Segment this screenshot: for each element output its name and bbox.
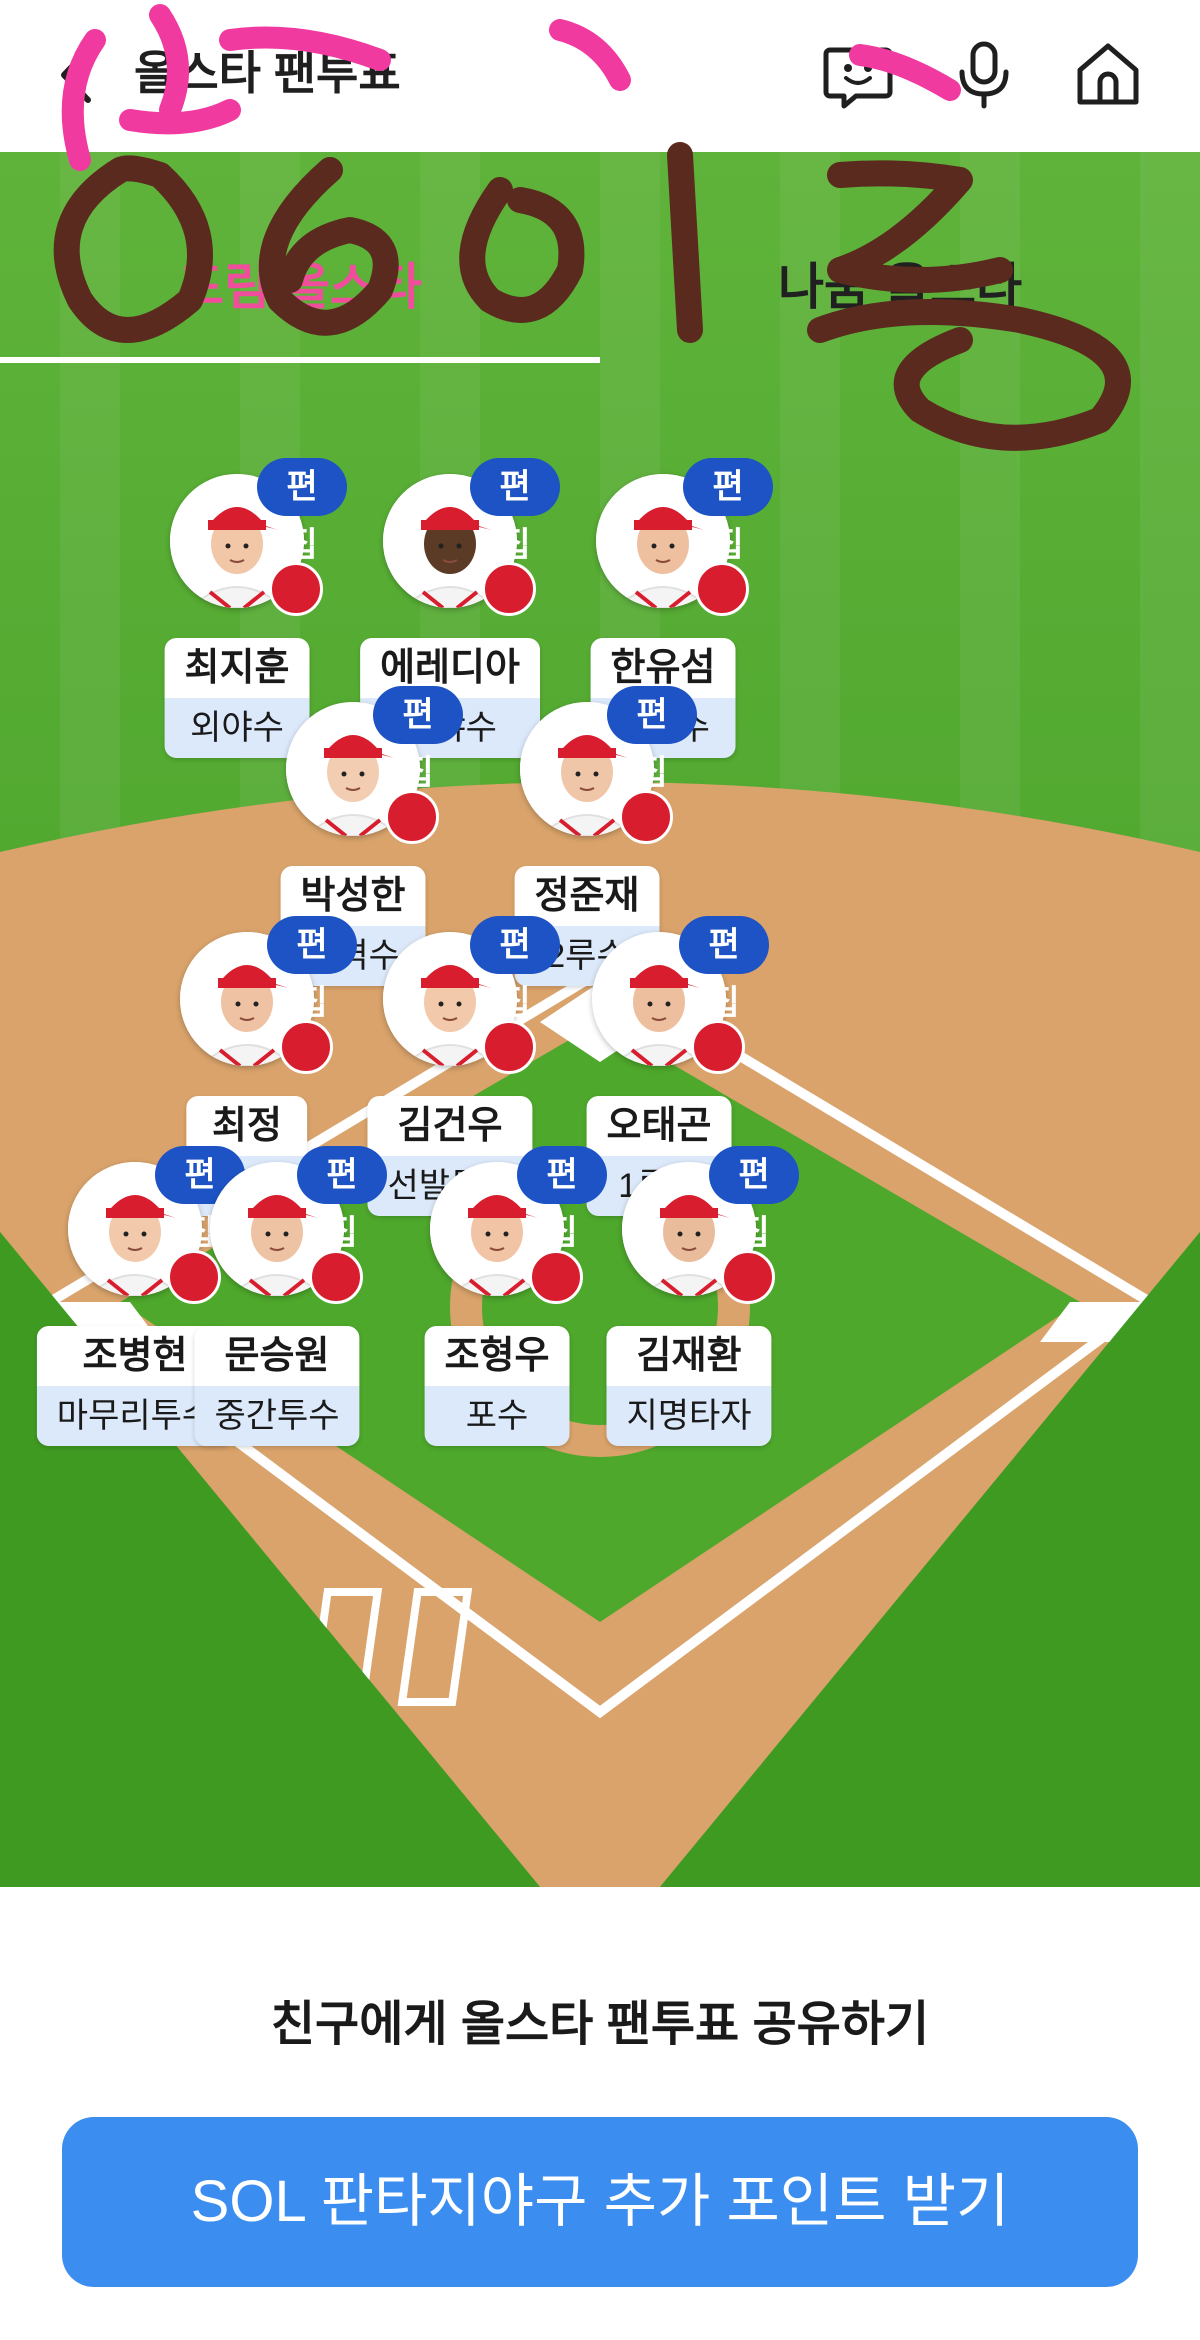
team-logo-icon xyxy=(385,790,439,844)
player-slot[interactable]: 편집김재환 지명타자 xyxy=(579,1146,799,1462)
get-points-button[interactable]: SOL 판타지야구 추가 포인트 받기 xyxy=(62,2117,1138,2287)
player-position: 지명타자 xyxy=(606,1386,772,1446)
tab-bar: 드림 올스타 나눔 올스타 xyxy=(0,152,1200,363)
edit-button[interactable]: 편집 xyxy=(257,458,347,564)
page-title: 올스타 팬투표 xyxy=(134,47,401,99)
share-link[interactable]: 친구에게 올스타 팬투표 공유하기 xyxy=(0,1990,1200,2060)
edit-button[interactable]: 편집 xyxy=(470,458,560,564)
player-name: 오태곤 xyxy=(586,1096,732,1156)
back-icon[interactable] xyxy=(52,42,102,108)
team-logo-icon xyxy=(279,1020,333,1074)
tab-selected-underline xyxy=(0,357,600,363)
player-slot[interactable]: 편집문승원 중간투수 xyxy=(167,1146,387,1462)
team-logo-icon xyxy=(529,1250,583,1304)
chatbot-icon[interactable] xyxy=(822,38,894,110)
edit-button[interactable]: 편집 xyxy=(373,686,463,792)
microphone-icon[interactable] xyxy=(948,38,1020,110)
edit-button[interactable]: 편집 xyxy=(470,916,560,1022)
team-logo-icon xyxy=(482,1020,536,1074)
team-logo-icon xyxy=(619,790,673,844)
team-logo-icon xyxy=(695,562,749,616)
team-logo-icon xyxy=(269,562,323,616)
player-slot[interactable]: 편집 조형우 포수 xyxy=(387,1146,607,1462)
player-card: 문승원 중간투수 xyxy=(194,1326,360,1446)
player-name: 김재환 xyxy=(606,1326,772,1386)
player-name: 조형우 xyxy=(424,1326,570,1386)
edit-button[interactable]: 편집 xyxy=(679,916,769,1022)
player-position: 포수 xyxy=(424,1386,570,1446)
player-name: 최지훈 xyxy=(164,638,310,698)
team-logo-icon xyxy=(721,1250,775,1304)
tab-dream-allstar[interactable]: 드림 올스타 xyxy=(0,252,600,322)
team-logo-icon xyxy=(309,1250,363,1304)
tab-share-allstar[interactable]: 나눔 올스타 xyxy=(600,252,1200,322)
edit-button[interactable]: 편집 xyxy=(297,1146,387,1252)
team-logo-icon xyxy=(691,1020,745,1074)
player-name: 김건우 xyxy=(367,1096,533,1156)
player-card: 조형우 포수 xyxy=(424,1326,570,1446)
edit-button[interactable]: 편집 xyxy=(683,458,773,564)
app-header: 올스타 팬투표 xyxy=(0,0,1200,152)
player-name: 문승원 xyxy=(194,1326,360,1386)
home-icon[interactable] xyxy=(1072,38,1144,110)
player-position: 중간투수 xyxy=(194,1386,360,1446)
edit-button[interactable]: 편집 xyxy=(607,686,697,792)
player-card: 김재환 지명타자 xyxy=(606,1326,772,1446)
team-logo-icon xyxy=(482,562,536,616)
edit-button[interactable]: 편집 xyxy=(709,1146,799,1252)
